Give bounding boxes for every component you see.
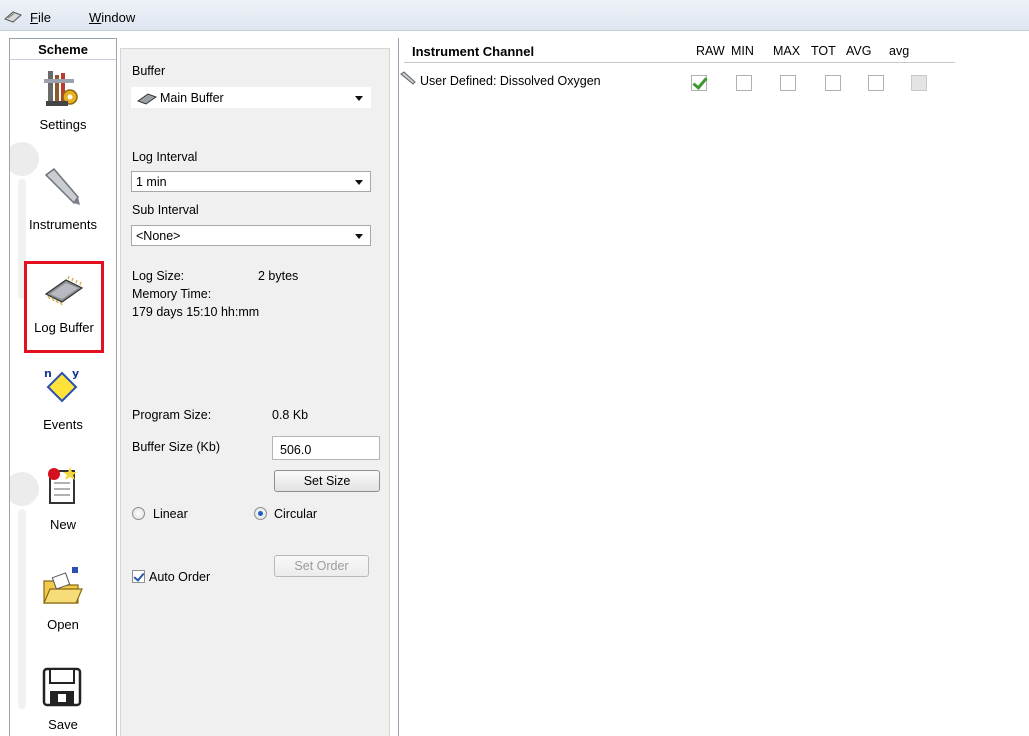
column-header-avg-lower: avg [889, 44, 910, 58]
circular-radio[interactable] [254, 507, 267, 520]
pencil-probe-icon [400, 71, 416, 85]
tool-label-events: Events [43, 417, 83, 432]
menu-file[interactable]: File [30, 10, 51, 25]
open-folder-icon [43, 567, 83, 604]
program-size-label: Program Size: [132, 408, 212, 422]
sub-interval-select[interactable]: <None> [131, 225, 371, 246]
scheme-tool-open[interactable]: Open [10, 561, 116, 651]
instrument-channel-header: Instrument Channel [412, 44, 535, 59]
linear-radio[interactable] [132, 507, 145, 520]
memory-time-label: Memory Time: [132, 287, 212, 301]
min-checkbox[interactable] [736, 75, 752, 91]
program-size-value: 0.8 Kb [272, 408, 309, 422]
scheme-toolbar: Scheme Settings Instruments Log Buffer n… [9, 38, 117, 736]
menu-window[interactable]: Window [89, 10, 135, 25]
menu-file-rest: ile [37, 10, 51, 25]
avg-checkbox[interactable] [868, 75, 884, 91]
tool-label-instruments: Instruments [29, 217, 97, 232]
scheme-tool-log-buffer[interactable]: Log Buffer [24, 261, 104, 353]
tool-label-save: Save [48, 717, 78, 732]
avg-lower-checkbox [911, 75, 927, 91]
chevron-down-icon [355, 96, 363, 101]
buffer-size-input[interactable]: 506.0 [272, 436, 380, 460]
channel-name: User Defined: Dissolved Oxygen [420, 74, 601, 88]
tool-label-log-buffer: Log Buffer [34, 320, 94, 335]
settings-tools-icon [44, 71, 78, 106]
header-divider [404, 62, 955, 63]
scheme-title: Scheme [10, 39, 116, 60]
column-header-raw: RAW [696, 44, 725, 58]
buffer-select[interactable]: Main Buffer [131, 87, 371, 108]
log-interval-label: Log Interval [132, 150, 198, 164]
buffer-select-value: Main Buffer [160, 91, 224, 105]
tool-label-new: New [49, 517, 76, 532]
instrument-channel-table: Instrument Channel RAW MIN MAX TOT AVG a… [400, 38, 1029, 736]
menu-file-accel: F [30, 10, 38, 25]
max-checkbox[interactable] [780, 75, 796, 91]
menu-bar: File Window [0, 0, 1029, 31]
buffer-panel: Buffer Main Buffer Log Interval 1 min Su… [120, 48, 390, 736]
column-header-min: MIN [731, 44, 754, 58]
new-document-icon [48, 467, 77, 504]
buffer-size-label: Buffer Size (Kb) [132, 440, 221, 454]
menu-window-accel: W [89, 10, 102, 25]
scheme-tool-save[interactable]: Save [10, 661, 116, 736]
sub-interval-label: Sub Interval [132, 203, 199, 217]
chevron-down-icon [355, 180, 363, 185]
set-order-button[interactable]: Set Order [274, 555, 369, 577]
app-chip-icon [4, 11, 22, 23]
tot-checkbox[interactable] [825, 75, 841, 91]
circular-label: Circular [274, 507, 318, 521]
scheme-tool-instruments[interactable]: Instruments [10, 161, 116, 251]
column-header-tot: TOT [811, 44, 836, 58]
raw-checkbox[interactable] [691, 75, 707, 91]
auto-order-label: Auto Order [149, 570, 211, 584]
auto-order-checkbox[interactable] [132, 570, 145, 583]
scheme-tool-new[interactable]: New [10, 461, 116, 551]
events-diamond-icon: n y [44, 367, 79, 403]
set-size-button[interactable]: Set Size [274, 470, 380, 492]
tool-label-open: Open [47, 617, 79, 632]
memory-chip-icon [44, 275, 84, 306]
sub-interval-value: <None> [136, 229, 181, 243]
scheme-tool-events[interactable]: n y Events [10, 361, 116, 451]
chevron-down-icon [355, 234, 363, 239]
memory-chip-icon [137, 93, 157, 105]
floppy-disk-icon [42, 667, 82, 707]
menu-window-rest: indow [101, 10, 136, 25]
column-header-avg: AVG [846, 44, 872, 58]
linear-label: Linear [153, 507, 188, 521]
log-size-value: 2 bytes [258, 269, 299, 283]
memory-time-value: 179 days 15:10 hh:mm [132, 305, 260, 319]
column-header-max: MAX [773, 44, 801, 58]
log-size-label: Log Size: [132, 269, 185, 283]
svg-text:n: n [44, 367, 52, 380]
log-interval-select[interactable]: 1 min [131, 171, 371, 192]
tool-label-settings: Settings [39, 117, 87, 132]
pencil-probe-icon [44, 167, 80, 205]
buffer-label: Buffer [132, 64, 166, 78]
svg-text:y: y [72, 367, 79, 380]
log-interval-value: 1 min [136, 175, 167, 189]
scheme-tool-settings[interactable]: Settings [10, 61, 116, 151]
